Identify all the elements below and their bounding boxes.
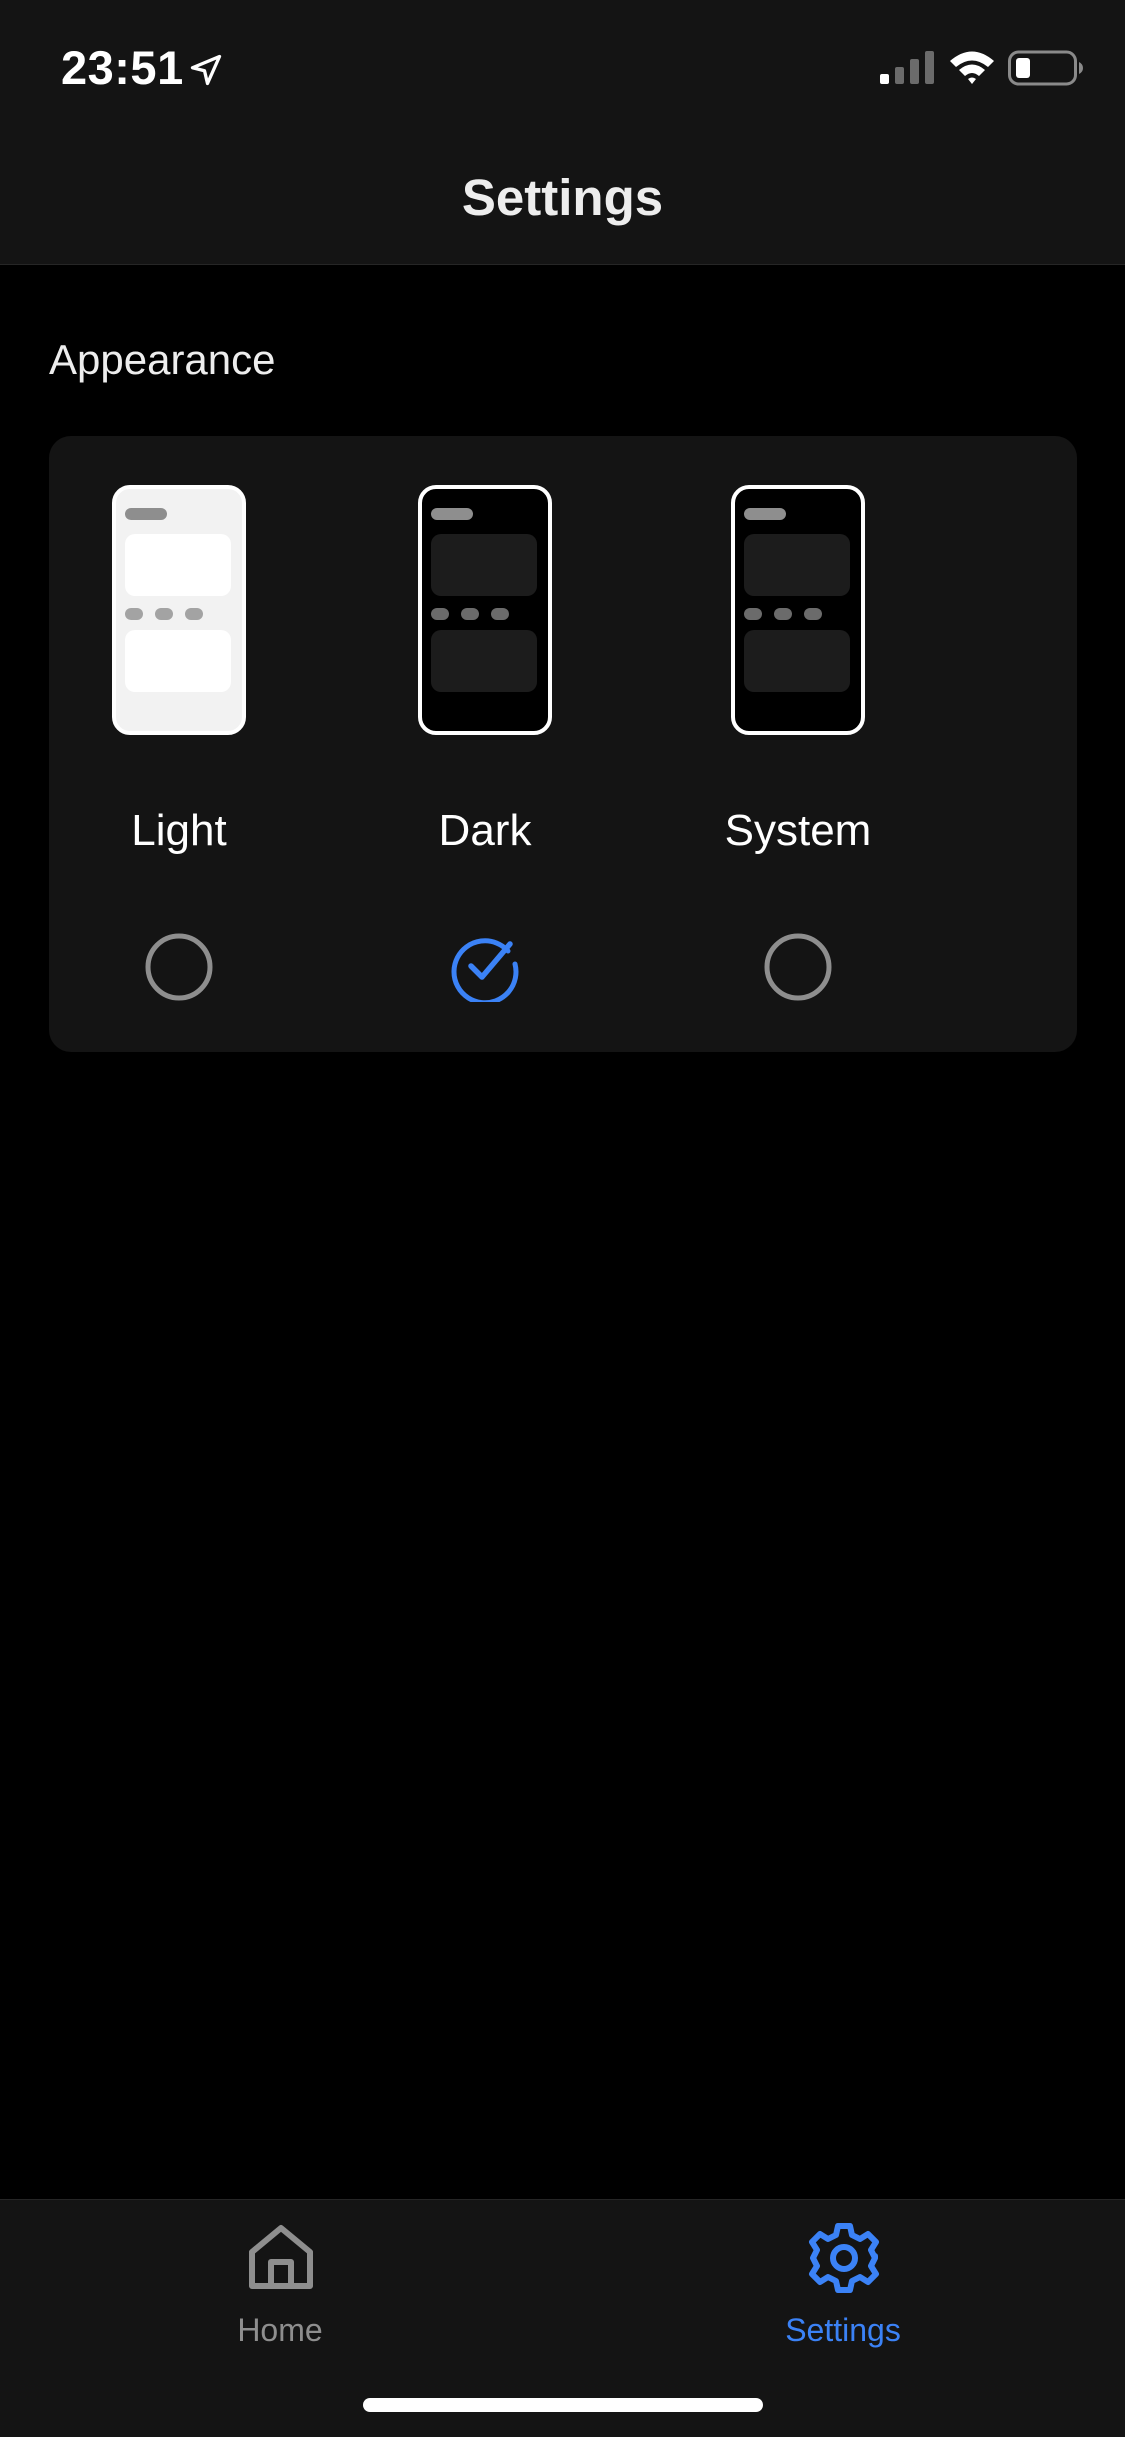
battery-icon bbox=[1008, 50, 1083, 86]
option-label-system: System bbox=[724, 806, 872, 855]
appearance-card: Light Dark System bbox=[49, 436, 1077, 1052]
dark-phone-preview-icon bbox=[418, 485, 552, 735]
navigation-bar: Settings bbox=[0, 132, 1125, 265]
appearance-option-system[interactable]: System bbox=[668, 436, 928, 1052]
light-phone-preview-icon bbox=[112, 485, 246, 735]
radio-unselected-icon[interactable] bbox=[144, 932, 214, 1002]
tab-settings[interactable]: Settings bbox=[693, 2200, 993, 2380]
status-bar: 23:51 bbox=[0, 0, 1125, 132]
system-phone-preview-icon bbox=[731, 485, 865, 735]
appearance-section-title: Appearance bbox=[49, 336, 276, 383]
checkmark-circle-icon[interactable] bbox=[450, 932, 520, 1002]
cellular-signal-icon bbox=[880, 51, 934, 84]
radio-unselected-icon[interactable] bbox=[763, 932, 833, 1002]
option-label-light: Light bbox=[131, 806, 227, 855]
page-title: Settings bbox=[461, 169, 664, 226]
tab-label-home: Home bbox=[237, 2312, 323, 2348]
appearance-option-light[interactable]: Light bbox=[49, 436, 309, 1052]
wifi-icon bbox=[950, 51, 994, 84]
tab-label-settings: Settings bbox=[785, 2312, 901, 2348]
location-arrow-icon bbox=[190, 54, 222, 86]
option-label-dark: Dark bbox=[438, 806, 532, 855]
home-icon bbox=[249, 2225, 313, 2289]
home-indicator bbox=[363, 2398, 763, 2412]
status-time: 23:51 bbox=[61, 41, 184, 94]
tab-home[interactable]: Home bbox=[130, 2200, 430, 2380]
appearance-option-dark[interactable]: Dark bbox=[355, 436, 615, 1052]
gear-icon bbox=[809, 2223, 879, 2293]
